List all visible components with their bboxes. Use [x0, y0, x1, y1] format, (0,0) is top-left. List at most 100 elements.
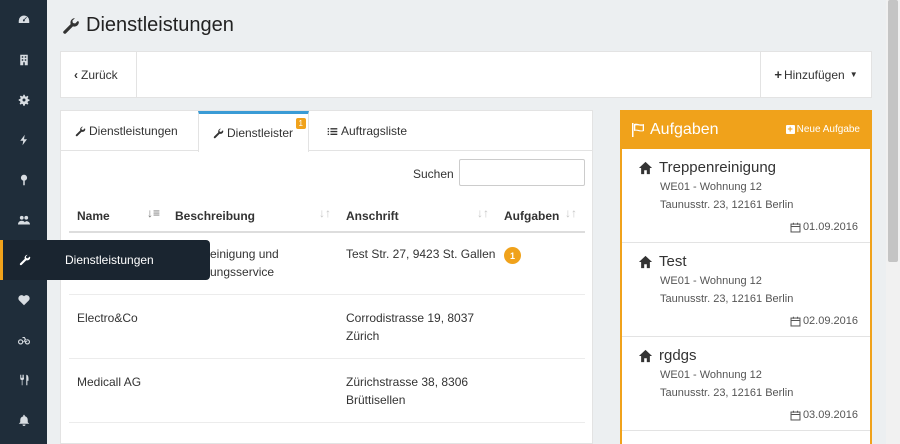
task-item[interactable]: Test WE01 - Wohnung 12 Taunusstr. 23, 12…: [622, 243, 870, 337]
cell-address: Zürichstrasse 38, 8306 Brüttisellen: [346, 373, 468, 409]
column-header-address[interactable]: Anschrift: [346, 209, 399, 223]
wrench-icon: [63, 17, 79, 34]
page-title-text: Dienstleistungen: [86, 14, 234, 36]
task-date-text: 03.09.2016: [802, 409, 858, 421]
nav-buildings[interactable]: [0, 40, 47, 80]
back-button[interactable]: ‹ Zurück: [61, 52, 137, 97]
home-icon: [638, 161, 653, 174]
cell-address: Corrodistrasse 19, 8037 Zürich: [346, 309, 474, 345]
nav-energy[interactable]: [0, 120, 47, 160]
cell-description-line2: ungsservice: [210, 265, 275, 279]
cell-description-line1: einigung und: [210, 247, 279, 261]
tab-bar: Dienstleistungen Dienstleister 1 Auftrag…: [61, 111, 592, 152]
nav-mobility[interactable]: [0, 320, 47, 360]
heartbeat-icon: [17, 295, 30, 306]
cutlery-icon: [19, 374, 28, 386]
tasks-panel-title: Aufgaben: [630, 121, 719, 139]
task-address: Taunusstr. 23, 12161 Berlin: [660, 199, 794, 211]
wrench-icon: [75, 126, 86, 136]
cell-name: Electro&Co: [77, 311, 138, 325]
nav-health[interactable]: [0, 280, 47, 320]
task-item[interactable]: rgdgs WE01 - Wohnung 12 Taunusstr. 23, 1…: [622, 337, 870, 431]
dashboard-icon: [18, 15, 29, 23]
task-date-text: 01.09.2016: [802, 221, 858, 233]
add-button[interactable]: + Hinzufügen ▼: [760, 52, 871, 97]
flag-icon: [632, 123, 644, 137]
wrench-icon: [19, 254, 31, 266]
task-title-text: Test: [659, 253, 687, 270]
nav-notifications[interactable]: [0, 400, 47, 440]
task-address: Taunusstr. 23, 12161 Berlin: [660, 293, 794, 305]
task-unit: WE01 - Wohnung 12: [660, 369, 762, 381]
toolbar: ‹ Zurück + Hinzufügen ▼: [60, 51, 872, 98]
task-item[interactable]: Treppenreinigung WE01 - Wohnung 12 Taunu…: [622, 149, 870, 243]
nav-locations[interactable]: [0, 160, 47, 200]
gear-icon: [18, 94, 29, 106]
calendar-icon: [790, 316, 801, 326]
new-task-button[interactable]: + Neue Aufgabe: [785, 124, 860, 135]
nav-settings[interactable]: [0, 80, 47, 120]
sidebar-tooltip: Dienstleistungen: [47, 240, 210, 280]
wrench-icon: [213, 128, 224, 138]
sort-icon[interactable]: ↓↑: [319, 206, 331, 220]
add-button-label: Hinzufügen: [783, 67, 845, 82]
column-header-description[interactable]: Beschreibung: [175, 209, 255, 223]
tab-label: Auftragsliste: [341, 124, 408, 138]
back-button-label: Zurück: [81, 67, 118, 82]
pin-icon: [20, 174, 27, 186]
task-title: rgdgs: [638, 347, 697, 364]
sort-amount-asc-icon[interactable]: ↓≡: [147, 206, 160, 220]
calendar-icon: [790, 410, 801, 420]
tab-dienstleister[interactable]: Dienstleister 1: [198, 111, 309, 152]
column-header-name[interactable]: Name: [77, 209, 110, 223]
table-row[interactable]: Electro&Co Corrodistrasse 19, 8037 Züric…: [69, 295, 585, 359]
tab-dienstleistungen[interactable]: Dienstleistungen: [75, 111, 178, 151]
cell-address: Test Str. 27, 9423 St. Gallen: [346, 245, 495, 263]
tab-label: Dienstleistungen: [89, 124, 178, 138]
users-icon: [17, 215, 30, 225]
cell-address-line1: Zürichstrasse 38, 8306: [346, 375, 469, 389]
column-header-tasks[interactable]: Aufgaben: [504, 209, 559, 223]
task-date: 01.09.2016: [790, 221, 858, 233]
cell-address-line1: Test Str. 27, 9423 St. Gallen: [346, 247, 496, 261]
search-input[interactable]: [459, 159, 585, 186]
sort-icon[interactable]: ↓↑: [477, 206, 489, 220]
nav-dashboard[interactable]: [0, 0, 47, 40]
cell-address-line1: Corrodistrasse 19, 8037: [346, 311, 475, 325]
page-scrollbar[interactable]: [886, 0, 900, 444]
tasks-panel-header: Aufgaben + Neue Aufgabe: [622, 112, 870, 149]
cell-name: Medicall AG: [77, 375, 142, 389]
cell-address-line2: Zürich: [346, 329, 380, 343]
scrollbar-thumb[interactable]: [888, 0, 898, 262]
task-address: Taunusstr. 23, 12161 Berlin: [660, 387, 794, 399]
nav-restaurant[interactable]: [0, 360, 47, 400]
task-date: 03.09.2016: [790, 409, 858, 421]
task-title: Treppenreinigung: [638, 159, 776, 176]
building-icon: [19, 54, 28, 66]
sort-icon[interactable]: ↓↑: [565, 206, 577, 220]
tasks-panel-title-text: Aufgaben: [650, 121, 719, 138]
table-header: Name ↓≡ Beschreibung ↓↑ Anschrift ↓↑ Auf…: [69, 203, 585, 233]
plus-square-icon: +: [785, 124, 795, 134]
home-icon: [638, 255, 653, 268]
table-row[interactable]: Medicall AG Zürichstrasse 38, 8306 Brütt…: [69, 359, 585, 423]
task-date-text: 02.09.2016: [802, 315, 858, 327]
task-title-text: rgdgs: [659, 347, 697, 364]
tab-auftragsliste[interactable]: Auftragsliste: [327, 111, 407, 151]
nav-users[interactable]: [0, 200, 47, 240]
bicycle-icon: [17, 337, 30, 345]
search-label: Suchen: [413, 167, 454, 181]
cell-address-line2: Brüttisellen: [346, 393, 406, 407]
task-unit: WE01 - Wohnung 12: [660, 181, 762, 193]
bolt-icon: [19, 134, 27, 146]
calendar-icon: [790, 222, 801, 232]
tab-count-badge: 1: [295, 118, 306, 129]
caret-down-icon: ▼: [849, 70, 858, 79]
page-title: Dienstleistungen: [62, 14, 234, 37]
cell-description: einigung und ungsservice: [210, 245, 279, 281]
task-unit: WE01 - Wohnung 12: [660, 275, 762, 287]
nav-services[interactable]: [0, 240, 47, 280]
home-icon: [638, 349, 653, 362]
new-task-label: Neue Aufgabe: [796, 124, 860, 135]
task-title-text: Treppenreinigung: [659, 159, 777, 176]
